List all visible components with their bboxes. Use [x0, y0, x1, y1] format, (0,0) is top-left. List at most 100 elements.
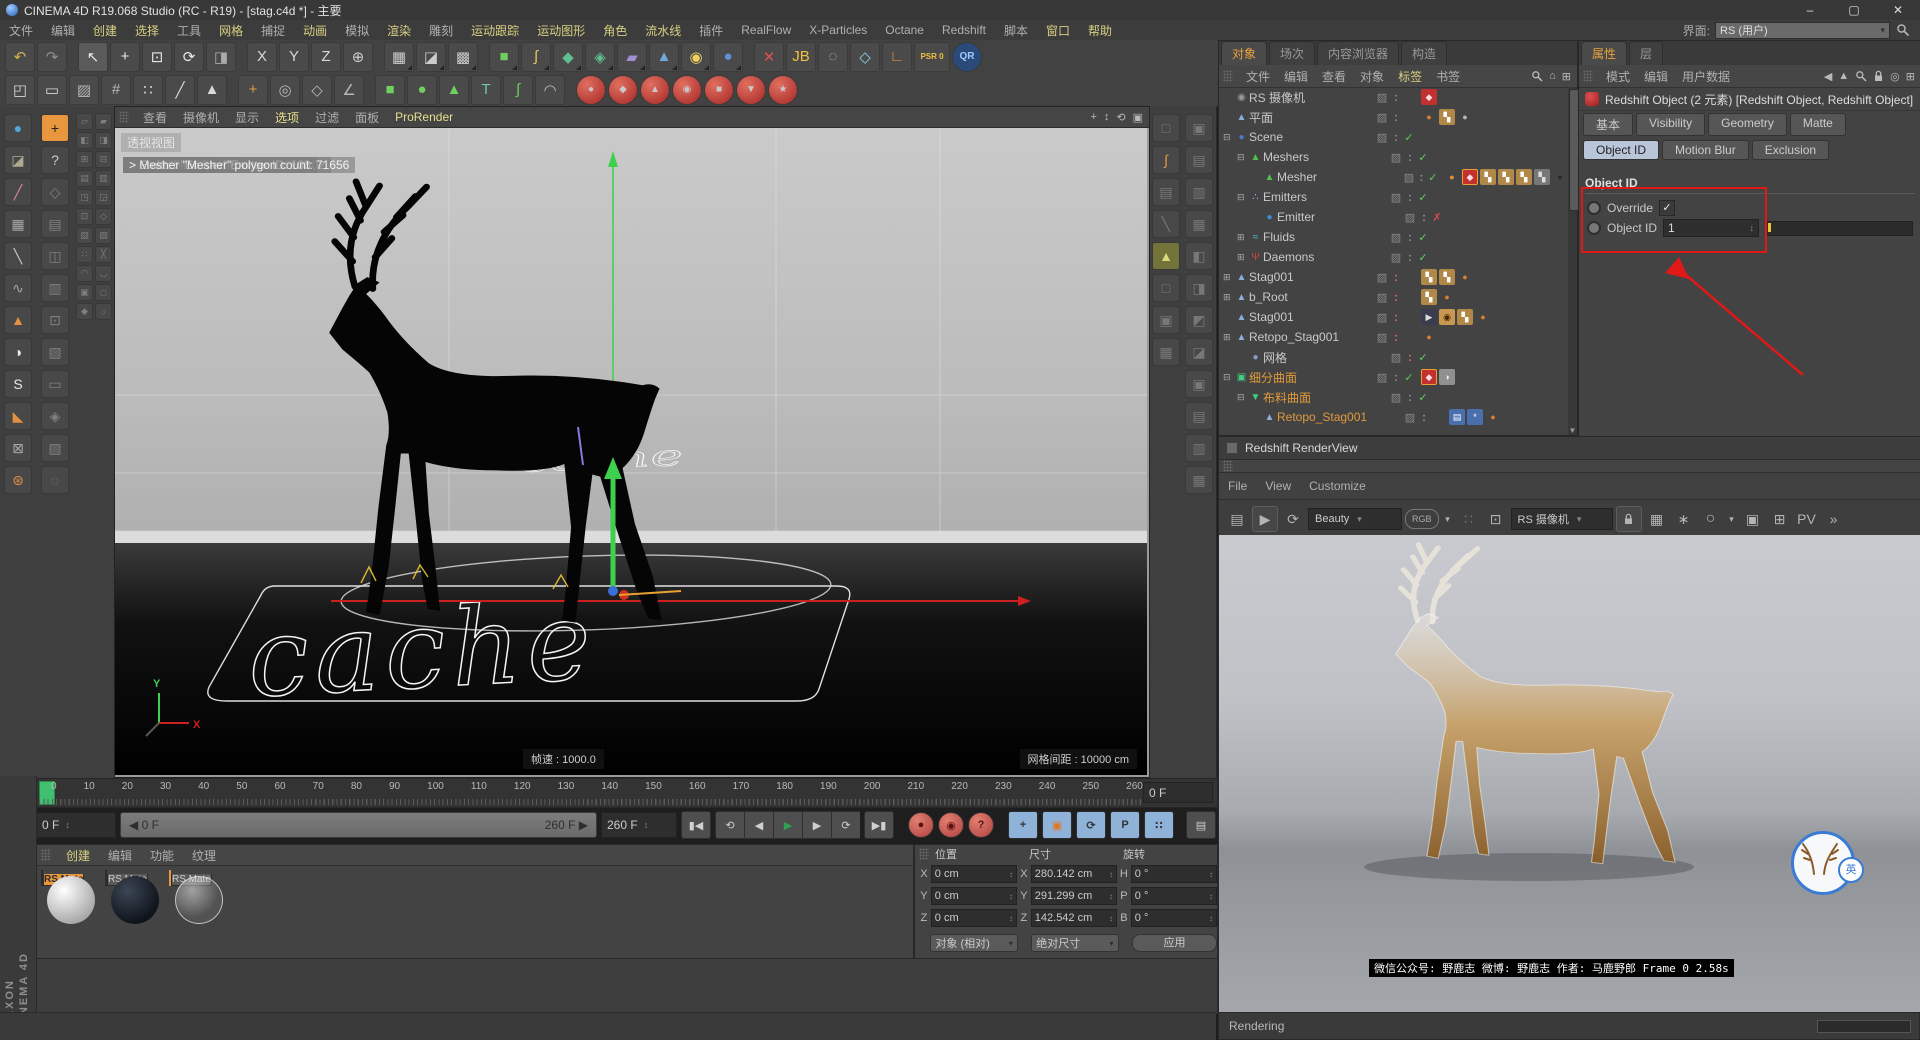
menu-item[interactable]: 动画 [294, 22, 336, 39]
chevron-down-icon[interactable]: ▾ [1726, 507, 1738, 531]
layer-toggle-icon[interactable]: ▨ [1373, 131, 1391, 144]
object-label[interactable]: Meshers [1263, 150, 1309, 164]
menu-item[interactable]: 工具 [168, 22, 210, 39]
view-control-icon[interactable]: ↕ [1104, 111, 1110, 124]
transport-button[interactable]: ▮◀ [681, 811, 711, 839]
timeline-tick[interactable]: 190 [820, 781, 837, 795]
object-tree-row[interactable]: ⊞ ≈ Fluids ▨ : ✓ [1219, 227, 1568, 247]
record-toggle-button[interactable]: P [1110, 811, 1140, 839]
menu-item[interactable]: 文件 [0, 22, 42, 39]
visibility-dots[interactable]: : [1391, 310, 1401, 324]
timeline-tick[interactable]: 20 [122, 781, 133, 795]
tool-icon[interactable]: ▣ [1152, 306, 1180, 334]
toolbar-icon[interactable]: ◪ [416, 42, 446, 72]
edit-icon[interactable]: ⊟ [95, 151, 112, 168]
toolbar-icon[interactable]: # [101, 75, 131, 105]
toolbar-icon[interactable]: + [110, 42, 140, 72]
enabled-state-icon[interactable]: ✓ [1415, 251, 1431, 264]
object-tag-icon[interactable]: ▚ [1498, 169, 1514, 185]
rot-p-input[interactable]: 0 °↕ [1131, 887, 1217, 905]
object-tree-row[interactable]: ⊞ Ψ Daemons ▨ : ✓ [1219, 247, 1568, 267]
toolbar-icon[interactable]: ⊕ [343, 42, 373, 72]
tool-icon[interactable]: ▨ [41, 434, 69, 462]
toolbar-icon[interactable]: ▼ [736, 75, 766, 105]
toolbar-icon[interactable]: ◆ [608, 75, 638, 105]
expand-icon[interactable]: ⊞ [1237, 252, 1248, 263]
toolbar-icon[interactable]: ↶ [5, 42, 35, 72]
tool-icon[interactable]: ▤ [41, 210, 69, 238]
material-thumbnail[interactable] [41, 870, 43, 886]
transport-button[interactable]: ▶ [802, 811, 831, 839]
record-button[interactable]: ◉ [938, 812, 964, 838]
toolbar-icon[interactable]: ✕ [754, 42, 784, 72]
box-icon[interactable]: ◨ [1185, 274, 1213, 302]
menu-item[interactable]: 窗口 [1037, 22, 1079, 39]
material-item[interactable]: RS Mate [41, 871, 101, 887]
object-tag-icon[interactable]: ◉ [1439, 309, 1455, 325]
enabled-state-icon[interactable]: ✓ [1415, 191, 1431, 204]
object-tag-icon[interactable]: ● [1552, 169, 1568, 185]
object-tree-row[interactable]: ▲ Retopo_Stag001 ▨ : ▤ * ● [1219, 407, 1568, 427]
record-toggle-button[interactable]: ⟳ [1076, 811, 1106, 839]
object-tree-row[interactable]: ▲ 平面 ▨ : ● ▚ ● [1219, 107, 1568, 127]
toolbar-icon[interactable]: ■ [489, 42, 519, 72]
object-tag-icon[interactable]: ◑ [1439, 369, 1455, 385]
toolbar-icon[interactable]: QR [952, 42, 982, 72]
add-icon[interactable]: ⊞ [1562, 70, 1571, 83]
toolbar-icon[interactable]: ∟ [882, 42, 912, 72]
menu-item[interactable]: 网格 [210, 22, 252, 39]
object-tag-icon[interactable]: ▚ [1439, 269, 1455, 285]
attribute-tab-button[interactable]: Object ID [1583, 140, 1659, 160]
toolbar-icon[interactable]: ↖ [78, 42, 108, 72]
toolbar-icon[interactable]: ◈ [585, 42, 615, 72]
toolbar-icon[interactable]: ▲ [197, 75, 227, 105]
toolbar-icon[interactable]: ■ [375, 75, 405, 105]
timeline-tick[interactable]: 230 [995, 781, 1012, 795]
menu-item[interactable]: 帮助 [1079, 22, 1121, 39]
object-label[interactable]: Retopo_Stag001 [1249, 330, 1339, 344]
panel-tab[interactable]: 属性 [1581, 41, 1627, 65]
timeline-tick[interactable]: 260 [1126, 781, 1143, 795]
visibility-dots[interactable]: : [1405, 250, 1415, 264]
layer-toggle-icon[interactable]: ▨ [1373, 331, 1391, 344]
rv-tool-icon[interactable]: ∷ [1457, 507, 1481, 531]
material-menu-item[interactable]: 编辑 [99, 847, 141, 864]
attribute-tab-button[interactable]: Visibility [1636, 113, 1705, 136]
record-toggle-button[interactable]: + [1008, 811, 1038, 839]
rv-tool-icon[interactable]: ▶ [1252, 506, 1278, 532]
timeline-tick[interactable]: 50 [236, 781, 247, 795]
edit-icon[interactable]: ◲ [95, 189, 112, 206]
panel-tab[interactable]: 内容浏览器 [1317, 41, 1399, 65]
layer-toggle-icon[interactable]: ▨ [1373, 311, 1391, 324]
menu-item[interactable]: 编辑 [42, 22, 84, 39]
tool-icon[interactable]: ∿ [4, 274, 32, 302]
object-tree-row[interactable]: ⊞ ▲ Stag001 ▨ : ▚ ▚ ● [1219, 267, 1568, 287]
edit-icon[interactable]: ╳ [95, 246, 112, 263]
toolbar-icon[interactable]: X [247, 42, 277, 72]
toolbar-icon[interactable]: ★ [768, 75, 798, 105]
camera-select[interactable]: RS 摄像机▾ [1511, 508, 1613, 530]
edit-icon[interactable]: ⊞ [76, 151, 93, 168]
timeline-tick[interactable]: 220 [951, 781, 968, 795]
timeline-tick[interactable]: 130 [558, 781, 575, 795]
edit-icon[interactable]: ▱ [76, 113, 93, 130]
pos-z-input[interactable]: 0 cm↕ [931, 909, 1017, 927]
toolbar-icon[interactable]: ● [407, 75, 437, 105]
timeline-tick[interactable]: 180 [776, 781, 793, 795]
toolbar-icon[interactable]: ▲ [649, 42, 679, 72]
toolbar-icon[interactable]: ∫ [521, 42, 551, 72]
material-item[interactable]: RS Mate [169, 871, 229, 887]
toolbar-icon[interactable]: ◉ [681, 42, 711, 72]
expand-icon[interactable]: ⊞ [1223, 332, 1234, 343]
object-tree-row[interactable]: ▲ Stag001 ▨ : ▶ ◉ ▚ ● [1219, 307, 1568, 327]
toolbar-icon[interactable]: ↷ [37, 42, 67, 72]
timeline-tick[interactable]: 40 [198, 781, 209, 795]
timeline-tick[interactable]: 210 [908, 781, 925, 795]
box-icon[interactable]: ▤ [1185, 402, 1213, 430]
object-label[interactable]: Fluids [1263, 230, 1295, 244]
object-tag-icon[interactable]: ◆ [1462, 169, 1478, 185]
object-tree-row[interactable]: ⊟ ▲ Meshers ▨ : ✓ [1219, 147, 1568, 167]
toolbar-icon[interactable]: ▭ [37, 75, 67, 105]
renderview-header[interactable]: Redshift RenderView [1219, 437, 1920, 460]
override-checkbox[interactable]: ✓ [1659, 200, 1675, 216]
